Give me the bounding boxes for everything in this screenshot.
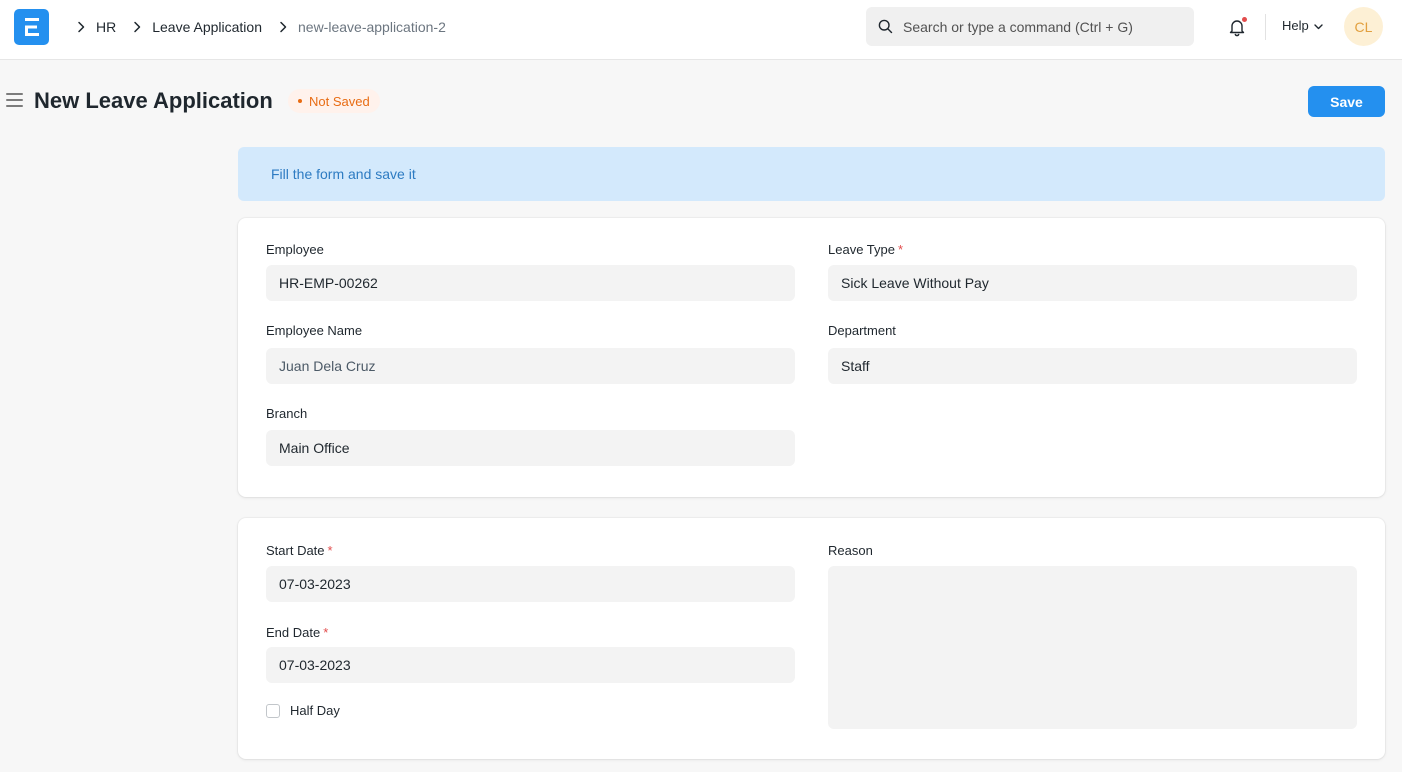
leave-dates-section: Start Date * 07-03-2023 End Date * 07-03-2… xyxy=(238,518,1385,759)
end-date-field[interactable]: 07-03-2023 xyxy=(266,647,795,683)
department-label: Department xyxy=(828,323,896,338)
half-day-label: Half Day xyxy=(290,703,340,718)
breadcrumb-current[interactable]: new-leave-application-2 xyxy=(298,19,446,35)
reason-textarea[interactable] xyxy=(828,566,1357,729)
leave-type-field[interactable]: Sick Leave Without Pay xyxy=(828,265,1357,301)
help-dropdown[interactable]: Help xyxy=(1282,18,1323,33)
employee-name-field: Juan Dela Cruz xyxy=(266,348,795,384)
bell-icon[interactable] xyxy=(1226,16,1248,38)
end-date-label-text: End Date xyxy=(266,625,321,640)
status-label: Not Saved xyxy=(309,93,370,109)
breadcrumb-hr[interactable]: HR xyxy=(96,19,116,35)
hamburger-icon[interactable] xyxy=(6,93,23,107)
end-date-label: End Date * xyxy=(266,625,328,640)
leave-type-label-text: Leave Type xyxy=(828,242,895,257)
branch-label: Branch xyxy=(266,406,308,421)
help-label: Help xyxy=(1282,18,1309,33)
form-alert: Fill the form and save it xyxy=(238,147,1385,201)
start-date-label: Start Date * xyxy=(266,543,333,558)
status-dot xyxy=(298,99,302,103)
save-button[interactable]: Save xyxy=(1308,86,1385,117)
chevron-right-icon xyxy=(72,21,90,33)
leave-type-label: Leave Type * xyxy=(828,242,903,257)
notification-dot xyxy=(1242,17,1247,22)
chevron-down-icon xyxy=(1309,18,1323,33)
avatar[interactable]: CL xyxy=(1344,7,1383,46)
search-icon xyxy=(878,19,893,39)
required-mark: * xyxy=(327,543,333,558)
required-mark: * xyxy=(897,242,904,257)
half-day-checkbox[interactable] xyxy=(266,703,280,718)
department-field[interactable]: Staff xyxy=(828,348,1357,384)
employee-section: Employee HR-EMP-00262 Leave Type * Sick L… xyxy=(238,218,1385,497)
chevron-right-icon xyxy=(128,21,146,33)
breadcrumb-leave-application[interactable]: Leave Application xyxy=(152,19,262,35)
search-bar[interactable] xyxy=(866,7,1194,46)
required-mark: * xyxy=(323,625,329,640)
half-day-option[interactable]: Half Day xyxy=(266,703,340,718)
status-badge: Not Saved xyxy=(288,89,380,113)
reason-label: Reason xyxy=(828,543,873,558)
navbar: HR Leave Application new-leave-applicati… xyxy=(0,0,1402,60)
employee-name-label: Employee Name xyxy=(266,323,363,338)
start-date-field[interactable]: 07-03-2023 xyxy=(266,566,795,602)
branch-field[interactable]: Main Office xyxy=(266,430,795,466)
page-title: New Leave Application xyxy=(34,88,273,113)
employee-field[interactable]: HR-EMP-00262 xyxy=(266,265,795,301)
search-input[interactable] xyxy=(903,7,1183,46)
start-date-label-text: Start Date xyxy=(266,543,325,558)
navbar-divider xyxy=(1265,14,1266,40)
employee-label: Employee xyxy=(266,242,324,257)
app-logo-icon[interactable] xyxy=(14,9,49,45)
chevron-right-icon xyxy=(274,21,292,33)
breadcrumb: HR Leave Application new-leave-applicati… xyxy=(72,0,458,54)
